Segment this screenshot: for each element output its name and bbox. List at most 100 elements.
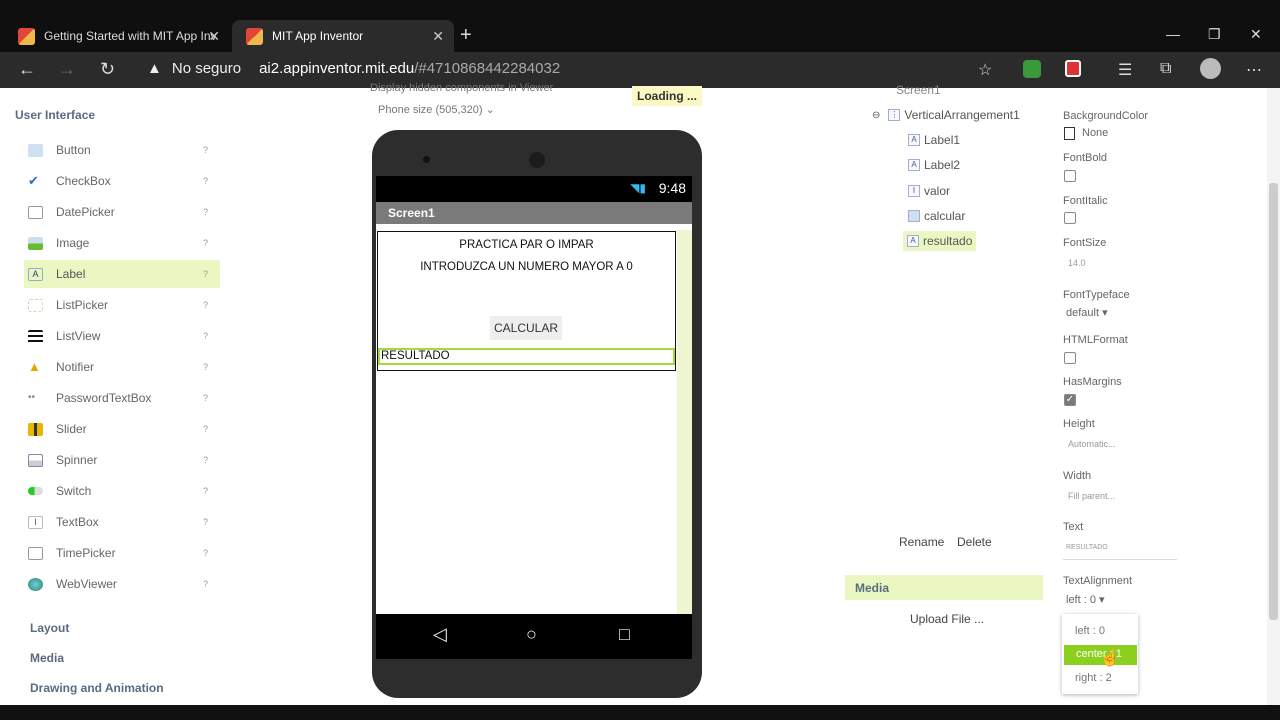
- star-icon[interactable]: ☆: [978, 60, 992, 80]
- palette-item-datepicker[interactable]: DatePicker?: [24, 198, 220, 226]
- palette-category-drawing-animation[interactable]: Drawing and Animation: [30, 681, 164, 695]
- rename-button[interactable]: Rename: [899, 535, 944, 549]
- help-icon[interactable]: ?: [203, 362, 208, 372]
- fontitalic-checkbox[interactable]: [1064, 212, 1076, 224]
- scrollbar-thumb[interactable]: [1269, 183, 1278, 620]
- alignment-option-right[interactable]: right : 2: [1075, 672, 1112, 684]
- help-icon[interactable]: ?: [203, 238, 208, 248]
- palette-item-notifier[interactable]: ▲ Notifier?: [24, 353, 220, 381]
- help-icon[interactable]: ?: [203, 579, 208, 589]
- close-tab-icon[interactable]: ✕: [432, 28, 444, 45]
- nav-home-icon: ○: [526, 624, 537, 644]
- help-icon[interactable]: ?: [203, 548, 208, 558]
- height-value[interactable]: Automatic...: [1068, 439, 1116, 449]
- label2[interactable]: INTRODUZCA UN NUMERO MAYOR A 0: [377, 261, 676, 273]
- chevron-down-icon: ⌄: [485, 104, 495, 116]
- tree-item-resultado[interactable]: Aresultado: [903, 231, 977, 251]
- collapse-icon[interactable]: ⊖: [872, 110, 880, 121]
- htmlformat-checkbox[interactable]: [1064, 352, 1076, 364]
- palette-item-button[interactable]: Button?: [24, 136, 220, 164]
- palette-item-timepicker[interactable]: TimePicker?: [24, 539, 220, 567]
- textalignment-select[interactable]: left : 0 ▾: [1066, 593, 1105, 606]
- tree-item-valor[interactable]: Ivalor: [908, 184, 950, 198]
- close-tab-icon[interactable]: ✕: [208, 28, 220, 45]
- tree-item-label1[interactable]: A Label1: [908, 133, 960, 147]
- image-icon: [28, 236, 43, 250]
- prop-fontitalic-label: FontItalic: [1063, 195, 1108, 207]
- prop-backgroundcolor-value[interactable]: None: [1082, 127, 1108, 139]
- nav-recents-icon: □: [619, 624, 630, 644]
- password-icon: ••: [28, 391, 36, 403]
- tree-item-verticalarrangement1[interactable]: ⊖ ⋮ VerticalArrangement1: [872, 108, 1020, 122]
- properties-scrollbar[interactable]: [1267, 88, 1280, 705]
- palette-item-listpicker[interactable]: ListPicker?: [24, 291, 220, 319]
- help-icon[interactable]: ?: [203, 176, 208, 186]
- timepicker-icon: [28, 546, 43, 560]
- palette-item-slider[interactable]: Slider?: [24, 415, 220, 443]
- palette-item-textbox[interactable]: I TextBox?: [24, 508, 220, 536]
- help-icon[interactable]: ?: [203, 269, 208, 279]
- warning-icon: ▲: [147, 60, 162, 77]
- extension-shield-icon[interactable]: [1023, 60, 1041, 78]
- button-icon: [908, 210, 920, 222]
- palette-item-label[interactable]: A Label?: [24, 260, 220, 288]
- extension-pocket-icon[interactable]: [1065, 60, 1081, 77]
- reload-icon[interactable]: ↻: [100, 59, 115, 80]
- dropdown-arrow-icon: ▾: [1102, 307, 1108, 319]
- palette-item-checkbox[interactable]: ✔ CheckBox?: [24, 167, 220, 195]
- back-icon[interactable]: ←: [18, 59, 36, 80]
- resultado-label[interactable]: RESULTADO: [378, 348, 675, 365]
- delete-button[interactable]: Delete: [957, 535, 992, 549]
- listview-icon: [28, 329, 43, 343]
- label1[interactable]: PRACTICA PAR O IMPAR: [377, 239, 676, 251]
- minimize-icon[interactable]: —: [1166, 26, 1180, 42]
- help-icon[interactable]: ?: [203, 300, 208, 310]
- width-value[interactable]: Fill parent...: [1068, 491, 1115, 501]
- help-icon[interactable]: ?: [203, 145, 208, 155]
- color-swatch[interactable]: [1064, 127, 1075, 140]
- tab-app-inventor[interactable]: MIT App Inventor ✕: [232, 20, 454, 52]
- palette-item-listview[interactable]: ListView?: [24, 322, 220, 350]
- palette-item-spinner[interactable]: Spinner?: [24, 446, 220, 474]
- profile-avatar[interactable]: [1200, 58, 1221, 79]
- help-icon[interactable]: ?: [203, 331, 208, 341]
- palette-item-webviewer[interactable]: WebViewer?: [24, 570, 220, 598]
- more-icon[interactable]: ⋯: [1246, 60, 1262, 80]
- checkbox-icon: ✔: [28, 172, 39, 188]
- palette-item-image[interactable]: Image?: [24, 229, 220, 257]
- help-icon[interactable]: ?: [203, 517, 208, 527]
- new-tab-icon[interactable]: +: [460, 24, 472, 47]
- spinner-icon: [28, 453, 43, 467]
- hidden-components-checkbox-label[interactable]: Display hidden components in Viewer: [370, 82, 553, 94]
- palette-item-switch[interactable]: Switch?: [24, 477, 220, 505]
- palette-category-layout[interactable]: Layout: [30, 621, 69, 635]
- fontbold-checkbox[interactable]: [1064, 170, 1076, 182]
- palette-category-media[interactable]: Media: [30, 651, 64, 665]
- help-icon[interactable]: ?: [203, 455, 208, 465]
- help-icon[interactable]: ?: [203, 207, 208, 217]
- phone-size-select[interactable]: Phone size (505,320) ⌄: [378, 103, 495, 116]
- alignment-option-left[interactable]: left : 0: [1075, 625, 1105, 637]
- calcular-button[interactable]: CALCULAR: [490, 316, 562, 340]
- tree-item-calcular[interactable]: calcular: [908, 209, 965, 223]
- help-icon[interactable]: ?: [203, 424, 208, 434]
- palette-heading[interactable]: User Interface: [15, 108, 95, 122]
- address-bar[interactable]: ▲ No seguro ai2.appinventor.mit.edu/#471…: [147, 60, 560, 77]
- fontsize-input[interactable]: 14.0: [1068, 258, 1086, 268]
- tab-title: Getting Started with MIT App Inv: [44, 29, 217, 43]
- fonttypeface-select[interactable]: default ▾: [1066, 306, 1108, 319]
- help-icon[interactable]: ?: [203, 486, 208, 496]
- help-icon[interactable]: ?: [203, 393, 208, 403]
- hasmargins-checkbox[interactable]: ✓: [1064, 394, 1076, 406]
- collections-icon[interactable]: ⧉: [1160, 60, 1171, 78]
- tree-item-label2[interactable]: A Label2: [908, 158, 960, 172]
- favorites-icon[interactable]: ☰: [1118, 60, 1132, 80]
- palette-item-passwordtextbox[interactable]: •• PasswordTextBox?: [24, 384, 220, 412]
- upload-file-button[interactable]: Upload File ...: [910, 612, 984, 626]
- tree-item-screen1[interactable]: Screen1: [880, 83, 941, 97]
- prop-hasmargins-label: HasMargins: [1063, 376, 1122, 388]
- close-window-icon[interactable]: ✕: [1250, 26, 1262, 43]
- restore-icon[interactable]: ❐: [1208, 26, 1221, 43]
- tab-getting-started[interactable]: Getting Started with MIT App Inv ✕: [4, 20, 230, 52]
- text-textarea[interactable]: RESULTADO: [1063, 540, 1177, 560]
